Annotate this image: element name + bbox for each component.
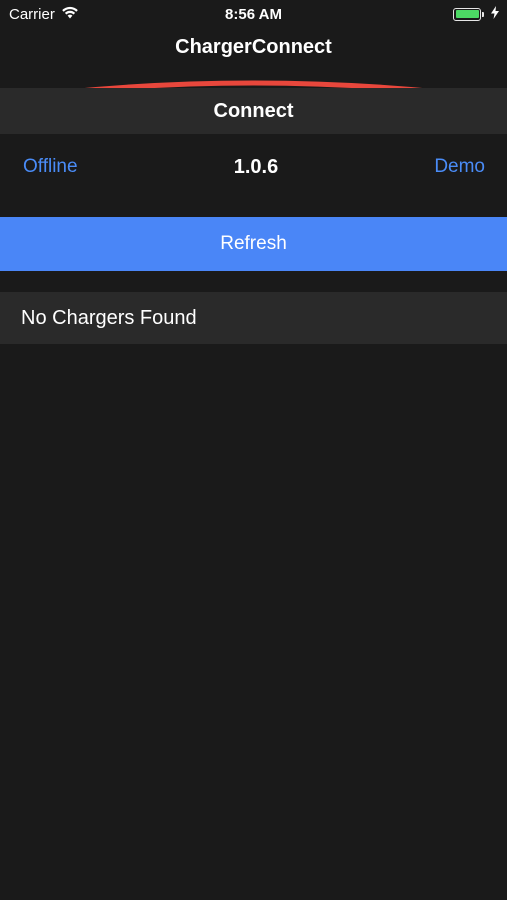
demo-button[interactable]: Demo (434, 156, 485, 178)
list-item-empty: No Chargers Found (0, 292, 507, 344)
battery-icon (453, 7, 484, 21)
status-left: Carrier (9, 6, 79, 23)
status-bar: Carrier 8:56 AM (0, 0, 507, 28)
wifi-icon (61, 6, 79, 23)
section-header: Connect (0, 88, 507, 134)
info-row: Offline 1.0.6 Demo (0, 134, 507, 200)
refresh-button[interactable]: Refresh (0, 217, 507, 271)
version-label: 1.0.6 (233, 155, 279, 178)
empty-message: No Chargers Found (21, 306, 197, 329)
nav-title: ChargerConnect (175, 36, 332, 58)
charging-bolt-icon (491, 5, 499, 23)
carrier-label: Carrier (9, 5, 55, 23)
connection-status-link[interactable]: Offline (23, 156, 78, 178)
section-header-label: Connect (213, 99, 294, 122)
status-right (453, 5, 499, 23)
battery-fill (455, 10, 479, 18)
app-screen: Carrier 8:56 AM ChargerConnect Connect O… (0, 0, 507, 900)
